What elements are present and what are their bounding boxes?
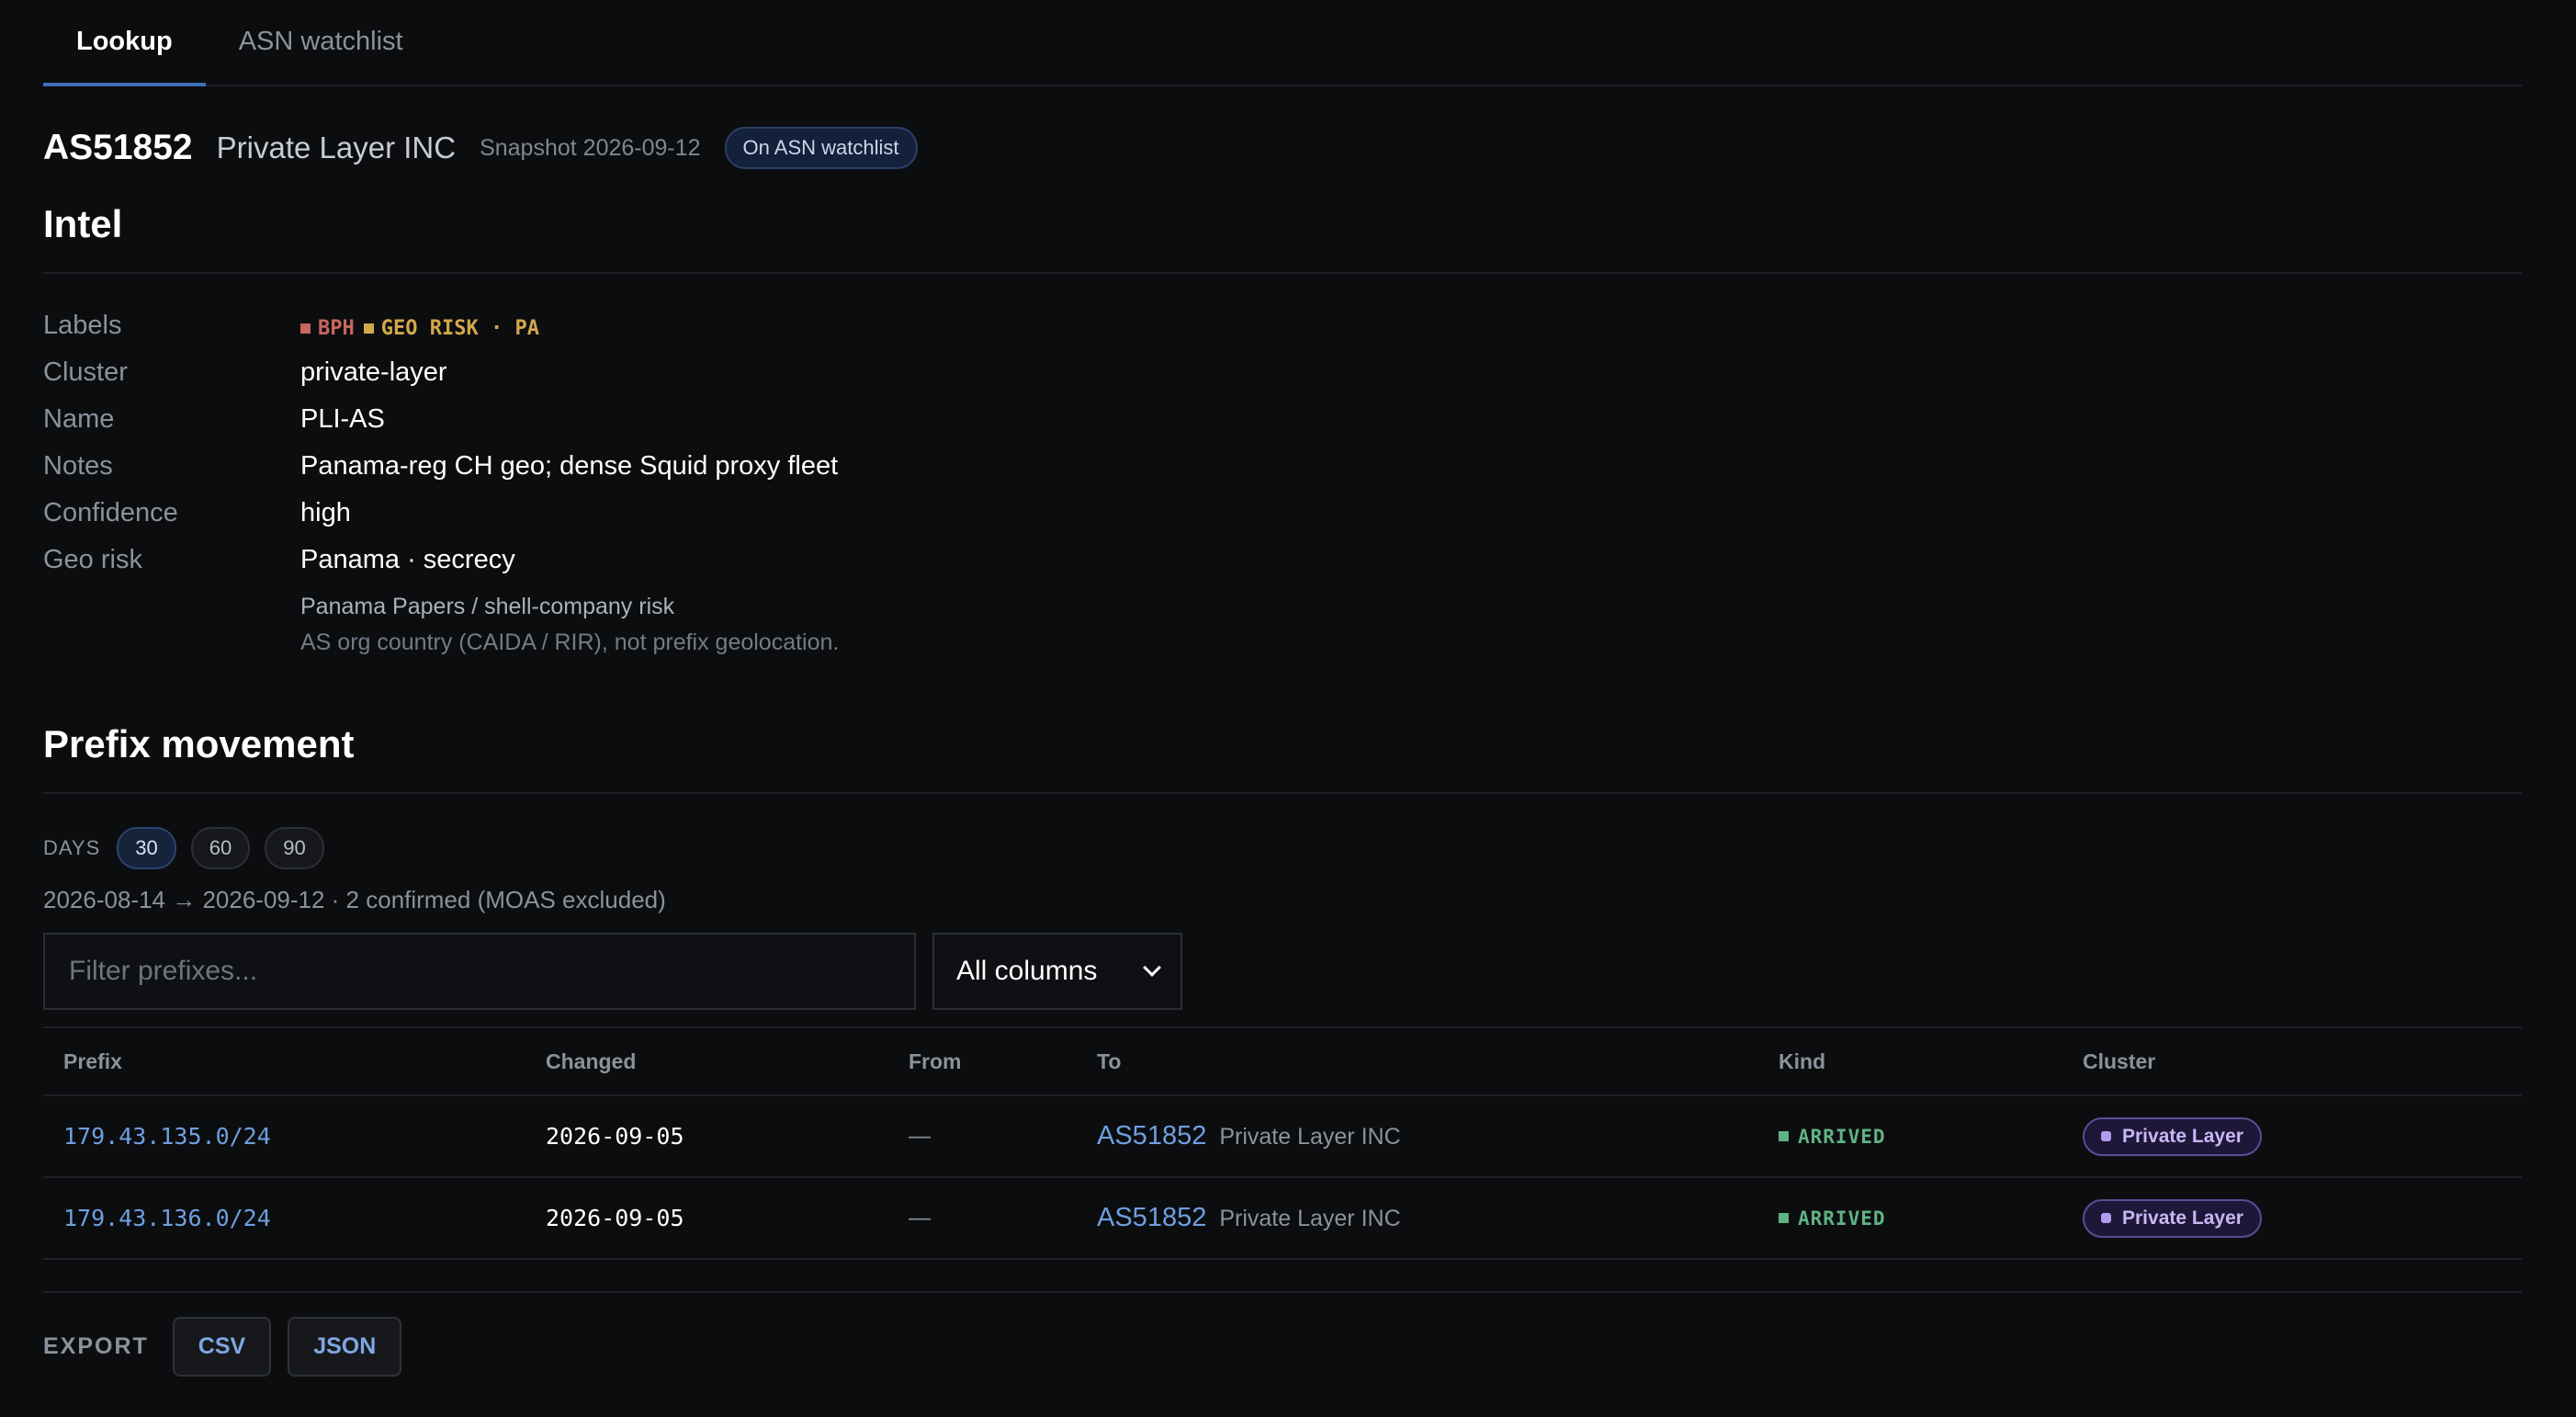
table-row: 179.43.135.0/24 2026-09-05 — AS51852 Priv… [43,1096,2522,1178]
intel-heading: Intel [43,202,123,245]
intel-row-cluster: Cluster private-layer [43,357,2522,404]
column-header-changed[interactable]: Changed [546,1049,909,1074]
square-icon [1779,1131,1789,1141]
days-chip-30[interactable]: 30 [117,827,176,869]
intel-value: Panama · secrecy [300,545,515,574]
app-root: Lookup ASN watchlist AS51852 Private Lay… [43,0,2522,1377]
days-chip-60[interactable]: 60 [190,827,251,869]
days-selector: DAYS 30 60 90 [43,827,2522,869]
square-icon [300,323,311,334]
cluster-text: Private Layer [2122,1207,2243,1229]
intel-value: private-layer [300,357,447,387]
to-cell: AS51852 Private Layer INC [1097,1121,1779,1151]
cluster-pill[interactable]: Private Layer [2083,1198,2262,1238]
watchlist-badge: On ASN watchlist [724,127,918,169]
prefix-table: Prefix Changed From To Kind Cluster 179.… [43,1026,2522,1260]
geo-risk-detail: Panama Papers / shell-company risk [300,594,675,619]
intel-row-name: Name PLI-AS [43,404,2522,451]
export-json-button[interactable]: JSON [288,1317,402,1377]
filter-prefixes-input[interactable] [43,933,916,1010]
square-icon [2101,1131,2111,1141]
intel-key: Geo risk [43,545,142,574]
to-org-name: Private Layer INC [1219,1124,1401,1150]
intel-value: high [300,498,351,527]
intel-key: Name [43,404,115,434]
label-tag-geo-risk: GEO RISK · PA [363,317,539,340]
intel-value: Panama-reg CH geo; dense Squid proxy fle… [300,451,839,481]
snapshot-date: Snapshot 2026-09-12 [480,134,701,161]
prefix-link[interactable]: 179.43.136.0/24 [43,1205,546,1231]
export-label: EXPORT [43,1333,149,1359]
kind-badge: ARRIVED [1779,1207,2083,1230]
from-asn: — [909,1123,931,1149]
intel-row-confidence: Confidence high [43,498,2522,545]
table-row: 179.43.136.0/24 2026-09-05 — AS51852 Priv… [43,1178,2522,1260]
tab-asn-watchlist[interactable]: ASN watchlist [206,0,436,85]
export-bar: EXPORT CSV JSON [43,1317,2522,1377]
changed-date: 2026-09-05 [546,1205,684,1231]
to-cell: AS51852 Private Layer INC [1097,1203,1779,1233]
asn-header: AS51852 Private Layer INC Snapshot 2026-… [43,125,2522,171]
table-header: Prefix Changed From To Kind Cluster [43,1028,2522,1096]
square-icon [363,323,374,334]
cluster-cell: Private Layer [2083,1198,2522,1238]
asn-number: AS51852 [43,128,193,167]
label-text: BPH [318,317,355,340]
prefix-link[interactable]: 179.43.135.0/24 [43,1123,546,1150]
days-chip-90[interactable]: 90 [265,827,324,869]
intel-key: Notes [43,451,113,481]
cluster-text: Private Layer [2122,1125,2243,1147]
label-text: GEO RISK · PA [380,317,539,340]
kind-badge: ARRIVED [1779,1126,2083,1148]
divider [43,1291,2522,1293]
label-tags: BPH GEO RISK · PA [300,317,548,340]
from-asn: — [909,1205,931,1230]
divider [43,792,2522,794]
column-header-cluster[interactable]: Cluster [2083,1049,2522,1074]
intel-row-labels: Labels BPH GEO RISK · PA [43,311,2522,357]
export-csv-button[interactable]: CSV [172,1317,272,1377]
date-range-summary: 2026-08-14 → 2026-09-12 · 2 confirmed (M… [43,886,666,913]
label-tag-bph: BPH [300,317,355,340]
to-org-name: Private Layer INC [1219,1206,1401,1231]
square-icon [1779,1213,1789,1223]
asn-org-name: Private Layer INC [216,130,457,164]
to-asn-link[interactable]: AS51852 [1097,1121,1206,1151]
intel-key: Cluster [43,357,128,387]
filter-bar: All columns [43,933,2522,1010]
intel-key: Confidence [43,498,178,527]
chevron-down-icon [1143,958,1161,977]
prefix-movement-heading: Prefix movement [43,722,355,765]
cluster-cell: Private Layer [2083,1117,2522,1156]
square-icon [2101,1213,2111,1223]
tab-lookup[interactable]: Lookup [43,0,206,86]
divider [43,272,2522,274]
column-header-kind[interactable]: Kind [1779,1049,2083,1074]
intel-key: Labels [43,311,122,340]
column-header-prefix[interactable]: Prefix [43,1049,546,1074]
column-select-value: All columns [956,956,1098,986]
column-header-to[interactable]: To [1097,1049,1779,1074]
to-asn-link[interactable]: AS51852 [1097,1203,1206,1232]
tab-bar: Lookup ASN watchlist [43,0,2522,86]
intel-value: PLI-AS [300,404,385,434]
cluster-pill[interactable]: Private Layer [2083,1117,2262,1156]
kind-text: ARRIVED [1798,1207,1886,1230]
intel-row-geo-risk: Geo risk Panama · secrecy [43,545,2522,592]
kind-cell: ARRIVED [1779,1126,2083,1148]
kind-text: ARRIVED [1798,1125,1886,1148]
days-label: DAYS [43,836,101,859]
intel-row-notes: Notes Panama-reg CH geo; dense Squid pro… [43,451,2522,498]
column-select[interactable]: All columns [932,933,1182,1010]
kind-cell: ARRIVED [1779,1207,2083,1230]
changed-date: 2026-09-05 [546,1123,684,1150]
column-header-from[interactable]: From [909,1049,1097,1074]
geo-risk-note: AS org country (CAIDA / RIR), not prefix… [300,629,840,655]
intel-table: Labels BPH GEO RISK · PA Cluster private… [43,311,2522,656]
